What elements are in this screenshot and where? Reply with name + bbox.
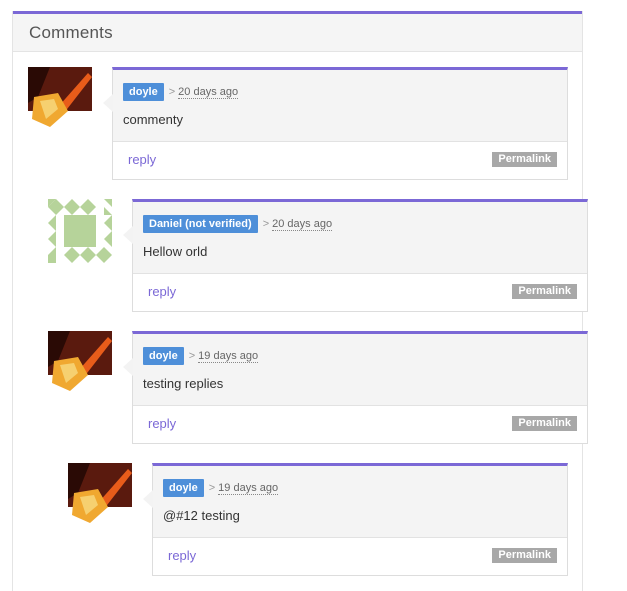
permalink-button[interactable]: Permalink: [512, 416, 577, 431]
separator: >: [168, 86, 176, 98]
reply-link[interactable]: reply: [168, 548, 196, 563]
separator: >: [262, 218, 270, 230]
author-badge[interactable]: Daniel (not verified): [143, 215, 258, 233]
author-badge[interactable]: doyle: [123, 83, 164, 101]
comment-body: testing replies: [143, 376, 224, 391]
permalink-button[interactable]: Permalink: [492, 548, 557, 563]
reply-link[interactable]: reply: [128, 152, 156, 167]
comment-time: 20 days ago: [178, 85, 239, 99]
permalink-button[interactable]: Permalink: [492, 152, 557, 167]
guitar-avatar-icon[interactable]: [48, 331, 112, 395]
reply-link[interactable]: reply: [148, 284, 176, 299]
comment-body: Hellow orld: [143, 244, 208, 259]
comment-bubble: doyle > 19 days ago @#12 testing reply P…: [143, 463, 568, 576]
comment-time: 20 days ago: [272, 217, 333, 231]
separator: >: [208, 482, 216, 494]
comment-bubble: Daniel (not verified) > 20 days ago Hell…: [123, 199, 588, 312]
comment-bubble: doyle > 20 days ago commenty reply Perma…: [103, 67, 568, 180]
comments-header: Comments: [13, 11, 582, 52]
comment-body: commenty: [123, 112, 183, 127]
comment-time: 19 days ago: [198, 349, 259, 363]
comment-bubble: doyle > 19 days ago testing replies repl…: [123, 331, 588, 444]
identicon-avatar-icon[interactable]: [48, 199, 112, 263]
reply-link[interactable]: reply: [148, 416, 176, 431]
separator: >: [188, 350, 196, 362]
guitar-avatar-icon[interactable]: [68, 463, 132, 527]
permalink-button[interactable]: Permalink: [512, 284, 577, 299]
guitar-avatar-icon[interactable]: [28, 67, 92, 131]
author-badge[interactable]: doyle: [163, 479, 204, 497]
author-badge[interactable]: doyle: [143, 347, 184, 365]
comment-time: 19 days ago: [218, 481, 279, 495]
comment-body: @#12 testing: [163, 508, 240, 523]
